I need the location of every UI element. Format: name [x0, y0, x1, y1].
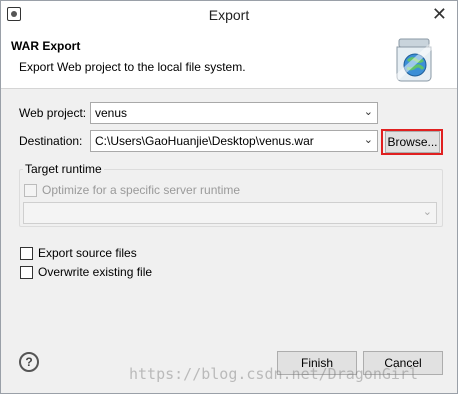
export-source-checkbox[interactable]	[20, 247, 33, 260]
runtime-combo[interactable]: ⌄	[23, 202, 437, 224]
target-runtime-label: Target runtime	[23, 162, 104, 176]
banner-description: Export Web project to the local file sys…	[19, 60, 246, 74]
web-project-label: Web project:	[19, 106, 87, 120]
war-jar-icon	[389, 38, 440, 85]
overwrite-checkbox[interactable]	[20, 266, 33, 279]
optimize-runtime-label: Optimize for a specific server runtime	[42, 183, 241, 197]
overwrite-label: Overwrite existing file	[38, 265, 153, 279]
web-project-combo[interactable]: venus ⌄	[90, 102, 378, 124]
chevron-down-icon[interactable]: ⌄	[364, 133, 373, 146]
highlight-box	[381, 129, 443, 155]
destination-combo[interactable]: C:\Users\GaoHuanjie\Desktop\venus.war ⌄	[90, 130, 378, 152]
web-project-value: venus	[95, 106, 128, 120]
watermark: https://blog.csdn.net/DragonGirl	[129, 365, 418, 383]
optimize-runtime-checkbox[interactable]	[24, 184, 37, 197]
banner-title: WAR Export	[11, 39, 81, 53]
help-icon[interactable]: ?	[19, 352, 39, 372]
title-bar: Export ✕	[1, 1, 457, 29]
destination-value: C:\Users\GaoHuanjie\Desktop\venus.war	[95, 134, 314, 148]
wizard-banner: WAR Export Export Web project to the loc…	[1, 29, 457, 89]
export-dialog: Export ✕ WAR Export Export Web project t…	[0, 0, 458, 394]
close-icon[interactable]: ✕	[432, 4, 447, 25]
window-title: Export	[208, 7, 250, 23]
chevron-down-icon[interactable]: ⌄	[364, 105, 373, 118]
export-source-label: Export source files	[38, 246, 137, 260]
destination-label: Destination:	[19, 134, 83, 148]
chevron-down-icon[interactable]: ⌄	[423, 205, 432, 218]
